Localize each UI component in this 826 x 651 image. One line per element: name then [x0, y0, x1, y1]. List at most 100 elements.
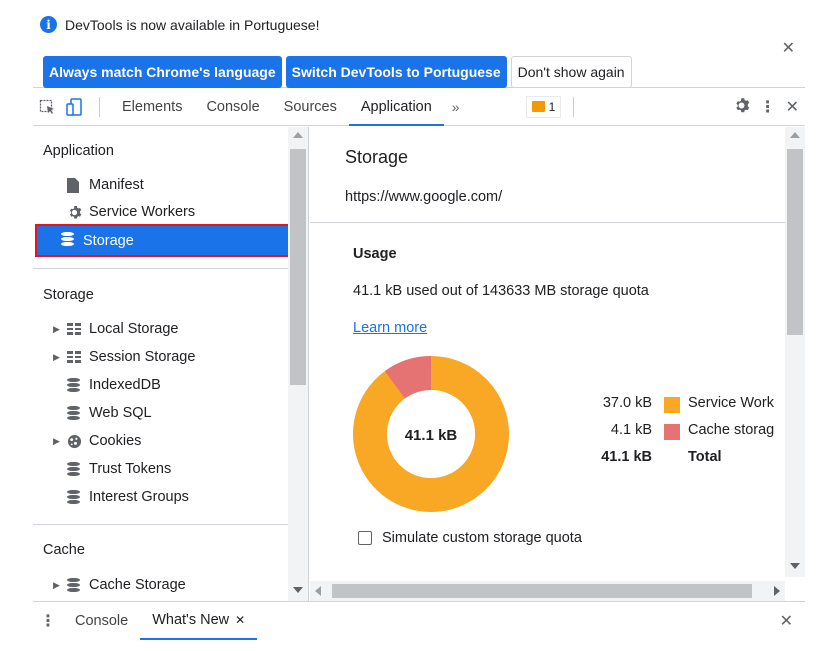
- scroll-up-arrow-icon[interactable]: [293, 132, 303, 138]
- simulate-quota-row[interactable]: Simulate custom storage quota: [358, 530, 582, 546]
- scroll-up-arrow-icon[interactable]: [790, 132, 800, 138]
- sidebar-item-manifest[interactable]: Manifest: [67, 172, 144, 198]
- close-drawer-icon[interactable]: ✕: [780, 611, 805, 631]
- donut-center-label: 41.1 kB: [405, 427, 458, 444]
- usage-heading: Usage: [353, 246, 397, 262]
- cookie-icon: [67, 434, 89, 449]
- sidebar-section-cache: Cache: [43, 542, 85, 558]
- sidebar-item-label: Storage: [83, 232, 134, 249]
- sidebar-item-label: Session Storage: [89, 349, 196, 365]
- legend-swatch: [664, 424, 680, 440]
- sidebar-scrollbar[interactable]: [288, 127, 308, 601]
- main-vertical-scrollbar[interactable]: [785, 127, 805, 577]
- infobar-message: DevTools is now available in Portuguese!: [65, 16, 320, 33]
- sidebar-item-label: Cookies: [89, 433, 142, 449]
- usage-donut-chart: 41.1 kB: [353, 355, 509, 515]
- close-devtools-icon[interactable]: ✕: [786, 97, 799, 117]
- sidebar-divider: [33, 524, 289, 525]
- tab-application[interactable]: Application: [348, 88, 444, 126]
- more-options-icon[interactable]: ⋮: [760, 97, 776, 117]
- infobar-message-row: i DevTools is now available in Portugues…: [40, 16, 319, 33]
- issues-count: 1: [548, 99, 556, 114]
- drawer-tab-whats-new[interactable]: What's New ✕: [140, 602, 258, 640]
- sidebar-divider: [33, 268, 289, 269]
- database-icon: [61, 231, 83, 250]
- scroll-right-arrow-icon[interactable]: [774, 586, 780, 596]
- scroll-left-arrow-icon[interactable]: [315, 586, 321, 596]
- legend-value: 4.1 kB: [610, 422, 652, 438]
- sidebar-item-service-workers[interactable]: Service Workers: [67, 199, 195, 225]
- sidebar-item-label: Trust Tokens: [89, 461, 172, 477]
- info-icon: i: [40, 16, 57, 33]
- sidebar-scroll-thumb[interactable]: [290, 149, 306, 385]
- application-sidebar: Application Manifest Service Workers Sto…: [33, 127, 309, 601]
- storage-header: Storage https://www.google.com/: [310, 127, 785, 223]
- toolbar-right-group: ⋮ ✕: [733, 97, 805, 117]
- sidebar-item-session-storage[interactable]: ▶ Session Storage: [53, 344, 195, 370]
- sidebar-item-label: Manifest: [89, 177, 144, 193]
- sidebar-item-local-storage[interactable]: ▶ Local Storage: [53, 316, 178, 342]
- database-icon: [67, 406, 89, 420]
- sidebar-item-cache-storage[interactable]: ▶ Cache Storage: [53, 572, 186, 598]
- simulate-quota-checkbox[interactable]: [358, 531, 372, 545]
- infobar-close-icon[interactable]: ✕: [782, 38, 795, 58]
- sidebar-item-label: Service Workers: [89, 204, 196, 220]
- origin-url: https://www.google.com/: [345, 189, 503, 205]
- issues-counter[interactable]: 1: [525, 95, 562, 118]
- learn-more-link[interactable]: Learn more: [353, 320, 427, 336]
- legend-total-label: Total: [688, 449, 722, 465]
- close-tab-icon[interactable]: ✕: [235, 613, 245, 627]
- dont-show-again-button[interactable]: Don't show again: [510, 56, 632, 88]
- toolbar-divider: [573, 96, 575, 117]
- expand-triangle-icon[interactable]: ▶: [53, 352, 67, 363]
- database-icon: [67, 462, 89, 476]
- tab-console[interactable]: Console: [194, 88, 271, 126]
- always-match-language-button[interactable]: Always match Chrome's language: [43, 56, 282, 88]
- sidebar-item-interest-groups[interactable]: Interest Groups: [67, 484, 189, 510]
- sidebar-item-storage[interactable]: Storage: [35, 224, 290, 257]
- simulate-quota-label: Simulate custom storage quota: [382, 530, 582, 546]
- main-horizontal-scroll-thumb[interactable]: [332, 584, 752, 598]
- scroll-down-arrow-icon[interactable]: [790, 563, 800, 569]
- legend-total-value: 41.1 kB: [601, 449, 652, 465]
- sidebar-item-label: Web SQL: [89, 405, 152, 421]
- drawer-menu-icon[interactable]: ⋮: [33, 611, 63, 631]
- expand-triangle-icon[interactable]: ▶: [53, 436, 67, 447]
- tab-sources[interactable]: Sources: [272, 88, 349, 126]
- sidebar-item-trust-tokens[interactable]: Trust Tokens: [67, 456, 171, 482]
- issue-icon: [531, 101, 545, 112]
- legend-swatch: [664, 397, 680, 413]
- database-icon: [67, 378, 89, 392]
- sidebar-item-cookies[interactable]: ▶ Cookies: [53, 428, 141, 454]
- legend-row-total: 41.1 kB Total: [560, 449, 800, 476]
- sidebar-section-application: Application: [43, 143, 114, 159]
- sidebar-item-web-sql[interactable]: Web SQL: [67, 400, 152, 426]
- legend-row-cache-storage: 4.1 kB Cache storag: [560, 422, 800, 449]
- main-horizontal-scrollbar[interactable]: [310, 581, 785, 601]
- drawer-tab-console[interactable]: Console: [63, 602, 140, 640]
- sidebar-item-indexeddb[interactable]: IndexedDB: [67, 372, 161, 398]
- main-vertical-scroll-thumb[interactable]: [787, 149, 803, 335]
- legend-row-service-workers: 37.0 kB Service Work: [560, 395, 800, 422]
- file-icon: [67, 177, 89, 193]
- expand-triangle-icon[interactable]: ▶: [53, 324, 67, 335]
- devtools-tabbar: Elements Console Sources Application » 1…: [33, 88, 805, 126]
- drawer-tabbar: ⋮ Console What's New ✕ ✕: [33, 601, 805, 640]
- inspect-element-icon[interactable]: [33, 95, 61, 119]
- device-toolbar-icon[interactable]: [61, 95, 89, 119]
- gear-icon[interactable]: [733, 97, 750, 117]
- expand-triangle-icon[interactable]: ▶: [53, 580, 67, 591]
- storage-panel: Storage https://www.google.com/ Usage 41…: [310, 127, 805, 601]
- tab-elements[interactable]: Elements: [110, 88, 194, 126]
- switch-to-portuguese-button[interactable]: Switch DevTools to Portuguese: [285, 56, 507, 88]
- legend-label: Service Work: [688, 395, 774, 411]
- sidebar-section-storage: Storage: [43, 287, 94, 303]
- scroll-down-arrow-icon[interactable]: [293, 587, 303, 593]
- infobar-buttons: Always match Chrome's language Switch De…: [43, 56, 632, 88]
- database-icon: [67, 490, 89, 504]
- table-grid-icon: [67, 323, 89, 335]
- database-icon: [67, 578, 89, 592]
- more-tabs-chevron-icon[interactable]: »: [444, 99, 468, 115]
- language-infobar: i DevTools is now available in Portugues…: [33, 8, 805, 88]
- table-grid-icon: [67, 351, 89, 363]
